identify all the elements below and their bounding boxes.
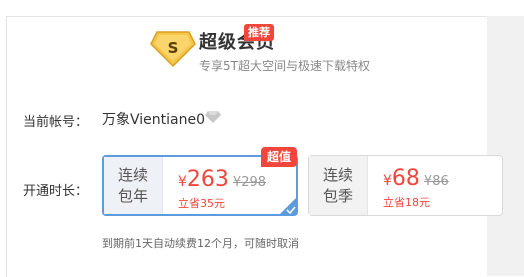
recommend-tag: 推荐	[244, 24, 274, 41]
plan-quarterly-price: ¥68 ¥86	[383, 166, 449, 191]
vip-s-badge-icon: S	[150, 31, 196, 68]
side-panel	[487, 16, 524, 276]
auto-renew-note: 到期前1天自动续费12个月，可随时取消	[102, 237, 299, 250]
svg-text:S: S	[168, 39, 179, 57]
plan-yearly-name: 连续 包年	[104, 157, 163, 214]
original-price: ¥86	[423, 174, 449, 189]
plan-quarterly-saving: 立省18元	[383, 196, 430, 209]
plan-yearly-saving: 立省35元	[178, 197, 225, 210]
account-name: 万象Vientiane0	[102, 112, 205, 128]
plan-quarterly-name: 连续 包季	[309, 156, 368, 215]
duration-label: 开通时长：	[23, 184, 89, 199]
plan-quarterly-option[interactable]: 连续 包季 ¥68 ¥86 立省18元	[308, 155, 503, 216]
plan-yearly-price: ¥263 ¥298	[178, 167, 267, 192]
vip-subtitle: 专享5T超大空间与极速下载特权	[199, 59, 370, 73]
best-value-tag: 超值	[261, 147, 298, 167]
account-label: 当前帐号：	[23, 115, 89, 130]
diamond-icon	[205, 111, 221, 123]
selected-check-icon	[279, 197, 297, 215]
original-price: ¥298	[232, 175, 267, 190]
